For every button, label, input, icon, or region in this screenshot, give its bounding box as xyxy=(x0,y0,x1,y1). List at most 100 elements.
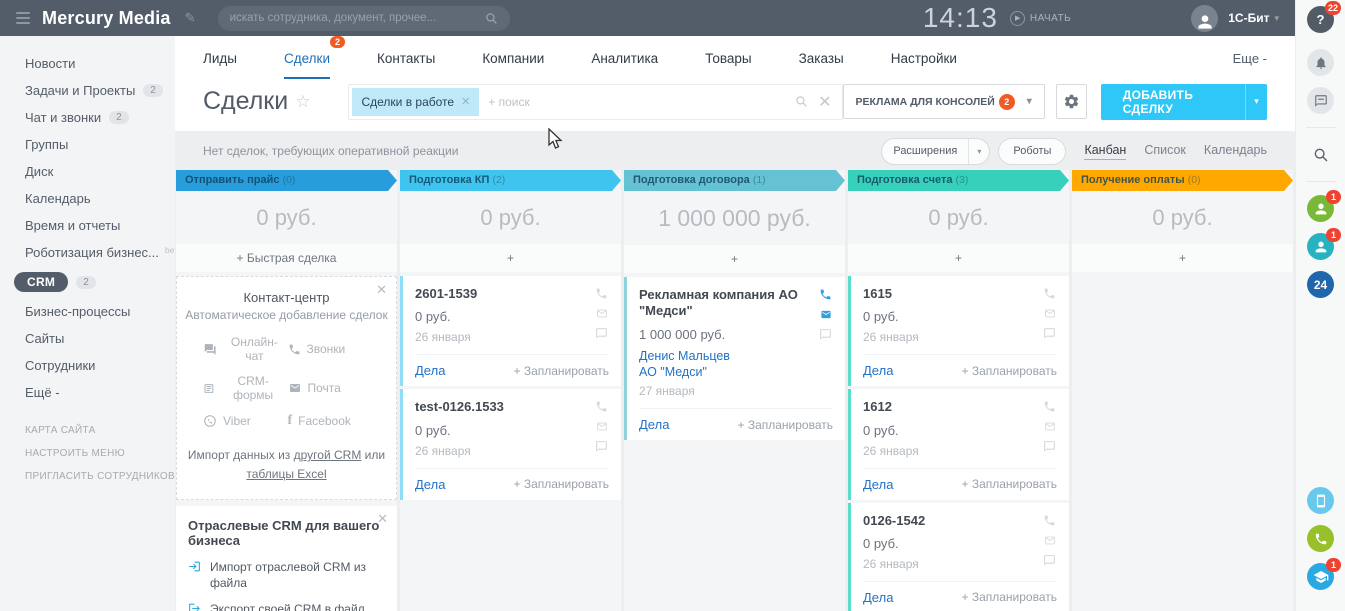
deal-activities-link[interactable]: Дела xyxy=(863,590,893,605)
deal-title[interactable]: Рекламная компания АО "Медси" xyxy=(639,287,819,320)
filter-search-input[interactable]: Сделки в работе ✕ + поиск ✕ xyxy=(348,83,843,120)
add-deal-button[interactable]: ДОБАВИТЬ СДЕЛКУ ▾ xyxy=(1100,83,1267,120)
deal-card[interactable]: Рекламная компания АО "Медси" 1 000 000 … xyxy=(624,277,845,441)
add-deal-caret-icon[interactable]: ▾ xyxy=(1245,83,1267,120)
channel-crm-forms[interactable]: CRM-формы xyxy=(203,374,286,402)
robots-button[interactable]: Роботы xyxy=(998,137,1067,165)
tab-products[interactable]: Товары xyxy=(705,38,751,79)
tabs-more-link[interactable]: Еще - xyxy=(1233,51,1267,66)
close-icon[interactable]: ✕ xyxy=(377,511,388,527)
funnel-selector[interactable]: РЕКЛАМА ДЛЯ КОНСОЛЕЙ 2 ▾ xyxy=(842,84,1045,119)
filter-chip-remove-icon[interactable]: ✕ xyxy=(461,95,470,108)
deal-activities-link[interactable]: Дела xyxy=(415,363,445,378)
close-icon[interactable]: ✕ xyxy=(376,282,387,298)
add-deal-plus-button[interactable]: + xyxy=(400,244,621,272)
sidebar-item-news[interactable]: Новости xyxy=(0,50,175,77)
deal-activities-link[interactable]: Дела xyxy=(415,477,445,492)
comment-icon[interactable] xyxy=(595,440,609,453)
chat-bubble-icon[interactable] xyxy=(1307,87,1334,114)
schedule-link[interactable]: + Запланировать xyxy=(513,364,609,378)
guests-icon[interactable]: 1 xyxy=(1307,228,1341,260)
deal-title[interactable]: 1612 xyxy=(863,399,919,415)
notifications-bell-icon[interactable] xyxy=(1307,49,1334,76)
tab-contacts[interactable]: Контакты xyxy=(377,38,435,79)
sidebar-item-calendar[interactable]: Календарь xyxy=(0,185,175,212)
stage-header[interactable]: Отправить прайс (0) xyxy=(176,170,397,191)
call-icon[interactable] xyxy=(595,287,609,300)
work-time-clock[interactable]: 14:13 xyxy=(923,2,998,34)
channel-viber[interactable]: Viber xyxy=(203,413,251,429)
channel-calls[interactable]: Звонки xyxy=(288,335,345,363)
filter-clear-icon[interactable]: ✕ xyxy=(818,92,831,112)
deal-title[interactable]: 1615 xyxy=(863,286,919,302)
sidebar-item-tasks[interactable]: Задачи и Проекты 2 xyxy=(0,77,175,104)
schedule-link[interactable]: + Запланировать xyxy=(961,477,1057,491)
deal-card[interactable]: 1612 0 руб. 26 января Дела + Запланирова… xyxy=(848,389,1069,500)
tab-settings[interactable]: Настройки xyxy=(891,38,957,79)
sidebar-configure-menu-link[interactable]: НАСТРОИТЬ МЕНЮ xyxy=(0,442,175,465)
view-kanban-link[interactable]: Канбан xyxy=(1084,143,1127,160)
tab-orders[interactable]: Заказы xyxy=(799,38,844,79)
mail-icon[interactable] xyxy=(1043,421,1057,432)
view-calendar-link[interactable]: Календарь xyxy=(1204,143,1267,159)
comment-icon[interactable] xyxy=(1043,554,1057,567)
mail-icon[interactable] xyxy=(595,421,609,432)
quick-deal-button[interactable]: + Быстрая сделка xyxy=(176,244,397,272)
deal-activities-link[interactable]: Дела xyxy=(639,417,669,432)
mail-icon[interactable] xyxy=(595,308,609,319)
deal-activities-link[interactable]: Дела xyxy=(863,477,893,492)
deal-company-link[interactable]: АО "Медси" xyxy=(639,364,819,381)
sidebar-item-bizproc[interactable]: Бизнес-процессы xyxy=(0,298,175,325)
sidebar-invite-link[interactable]: ПРИГЛАСИТЬ СОТРУДНИКОВ xyxy=(0,465,175,488)
call-icon[interactable] xyxy=(595,400,609,413)
industry-export-link[interactable]: Экспорт своей CRM в файл xyxy=(188,601,385,611)
online-users-icon[interactable]: 1 xyxy=(1307,190,1341,222)
board-settings-button[interactable] xyxy=(1055,84,1087,119)
call-icon[interactable] xyxy=(1043,514,1057,527)
global-search-input[interactable]: искать сотрудника, документ, прочее... xyxy=(217,5,510,31)
sidebar-item-sites[interactable]: Сайты xyxy=(0,325,175,352)
extensions-caret-icon[interactable]: ▾ xyxy=(968,138,989,164)
schedule-link[interactable]: + Запланировать xyxy=(961,364,1057,378)
schedule-link[interactable]: + Запланировать xyxy=(961,590,1057,604)
filter-search-icon[interactable] xyxy=(795,95,808,108)
mobile-app-icon[interactable] xyxy=(1307,487,1334,514)
training-graduation-icon[interactable]: 1 xyxy=(1307,558,1341,590)
other-crm-link[interactable]: другой CRM xyxy=(294,448,362,462)
sidebar-item-employees[interactable]: Сотрудники xyxy=(0,352,175,379)
deal-title[interactable]: 2601-1539 xyxy=(415,286,477,302)
comment-icon[interactable] xyxy=(1043,440,1057,453)
mail-icon[interactable] xyxy=(1043,535,1057,546)
help-button[interactable]: ? 22 xyxy=(1307,1,1341,33)
user-avatar[interactable] xyxy=(1191,4,1219,32)
deal-title[interactable]: 0126-1542 xyxy=(863,513,925,529)
call-icon[interactable] xyxy=(1043,400,1057,413)
sidebar-item-time-reports[interactable]: Время и отчеты xyxy=(0,212,175,239)
stage-header[interactable]: Подготовка КП (2) xyxy=(400,170,621,191)
deal-contact-link[interactable]: Денис Мальцев xyxy=(639,348,819,365)
filter-chip[interactable]: Сделки в работе ✕ xyxy=(352,87,480,116)
industry-import-link[interactable]: Импорт отраслевой CRM из файла xyxy=(188,559,385,591)
call-icon[interactable] xyxy=(819,288,833,301)
call-icon[interactable] xyxy=(1043,287,1057,300)
add-deal-plus-button[interactable]: + xyxy=(1072,244,1293,272)
deal-card[interactable]: 2601-1539 0 руб. 26 января Дела + Заплан… xyxy=(400,276,621,387)
channel-mail[interactable]: Почта xyxy=(288,374,341,402)
tab-companies[interactable]: Компании xyxy=(482,38,544,79)
channel-online-chat[interactable]: Онлайн-чат xyxy=(203,335,286,363)
sidebar-item-rpa[interactable]: Роботизация бизнес...beta xyxy=(0,239,175,266)
sidebar-item-drive[interactable]: Диск xyxy=(0,158,175,185)
sidebar-item-crm[interactable]: CRM 2 xyxy=(0,266,175,298)
menu-hamburger-icon[interactable] xyxy=(16,12,30,24)
user-name[interactable]: 1С-Бит xyxy=(1228,11,1269,25)
channel-facebook[interactable]: f Facebook xyxy=(288,413,351,429)
mail-icon[interactable] xyxy=(819,309,833,320)
sidebar-sitemap-link[interactable]: КАРТА САЙТА xyxy=(0,419,175,442)
sidebar-item-chat[interactable]: Чат и звонки 2 xyxy=(0,104,175,131)
extensions-button[interactable]: Расширения ▾ xyxy=(881,137,991,165)
deal-activities-link[interactable]: Дела xyxy=(863,363,893,378)
view-list-link[interactable]: Список xyxy=(1144,143,1186,159)
schedule-link[interactable]: + Запланировать xyxy=(737,418,833,432)
telephony-phone-icon[interactable] xyxy=(1307,525,1334,552)
favorite-star-icon[interactable]: ☆ xyxy=(295,92,310,112)
